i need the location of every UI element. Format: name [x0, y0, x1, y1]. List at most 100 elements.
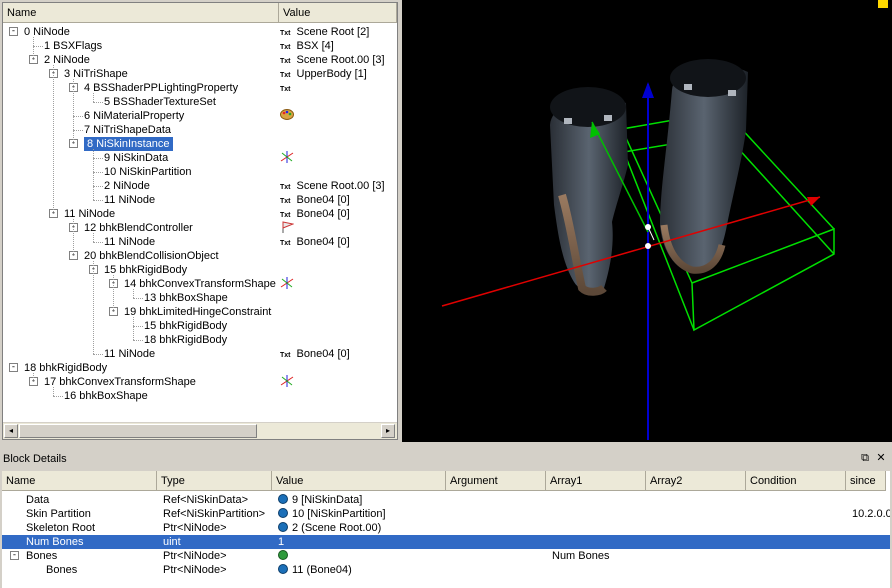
detail-row[interactable]: Skeleton Root Ptr<NiNode> 2 (Scene Root.00…: [2, 521, 890, 535]
tree-row[interactable]: 15 bhkRigidBody: [3, 319, 397, 333]
tree-row[interactable]: -11 NiNode Txt Bone04 [0]: [3, 207, 397, 221]
block-tree[interactable]: Name Value -0 NiNode Txt Scene Root [2] 1 B…: [2, 2, 398, 440]
tree-row[interactable]: -8 NiSkinInstance: [3, 137, 397, 151]
column-header[interactable]: Array2: [646, 471, 746, 491]
column-header[interactable]: Type: [157, 471, 272, 491]
tree-node-label[interactable]: 15 bhkRigidBody: [104, 263, 187, 277]
left-boot-model: [550, 87, 628, 296]
reference-link-icon[interactable]: [278, 550, 288, 560]
tree-node-label[interactable]: 20 bhkBlendCollisionObject: [84, 249, 219, 263]
tree-node-label[interactable]: 0 NiNode: [24, 25, 70, 39]
detail-value[interactable]: 1: [278, 535, 284, 549]
tree-row[interactable]: 7 NiTriShapeData: [3, 123, 397, 137]
tree-row[interactable]: -20 bhkBlendCollisionObject: [3, 249, 397, 263]
tree-node-label[interactable]: 2 NiNode: [44, 53, 90, 67]
detail-row[interactable]: Num Bones uint 1: [2, 535, 890, 549]
tree-node-label[interactable]: 2 NiNode: [104, 179, 150, 193]
tree-row[interactable]: -17 bhkConvexTransformShape: [3, 375, 397, 389]
tree-row[interactable]: -15 bhkRigidBody: [3, 263, 397, 277]
tree-row[interactable]: -0 NiNode Txt Scene Root [2]: [3, 25, 397, 39]
tree-node-label[interactable]: 11 NiNode: [104, 193, 155, 207]
tree-row[interactable]: -14 bhkConvexTransformShape: [3, 277, 397, 291]
tree-node-label[interactable]: 18 bhkRigidBody: [24, 361, 107, 375]
reference-link-icon[interactable]: [278, 508, 288, 518]
tree-node-label[interactable]: 12 bhkBlendController: [84, 221, 193, 235]
detail-type: Ptr<NiNode>: [163, 522, 227, 534]
reference-link-icon[interactable]: [278, 564, 288, 574]
tree-header-value[interactable]: Value: [279, 3, 397, 23]
tree-row[interactable]: 11 NiNode Txt Bone04 [0]: [3, 347, 397, 361]
detail-value[interactable]: 2 (Scene Root.00): [278, 521, 381, 535]
detail-value[interactable]: [278, 549, 292, 563]
tree-row[interactable]: -3 NiTriShape Txt UpperBody [1]: [3, 67, 397, 81]
column-header[interactable]: since: [846, 471, 886, 491]
text-value-badge: Txt: [280, 44, 291, 51]
tree-row[interactable]: 1 BSXFlags Txt BSX [4]: [3, 39, 397, 53]
tree-node-label[interactable]: 4 BSShaderPPLightingProperty: [84, 81, 238, 95]
detail-row[interactable]: Data Ref<NiSkinData> 9 [NiSkinData]: [2, 493, 890, 507]
tree-node-label[interactable]: 14 bhkConvexTransformShape: [124, 277, 276, 291]
tree-row[interactable]: -2 NiNode Txt Scene Root.00 [3]: [3, 53, 397, 67]
tree-node-label[interactable]: 15 bhkRigidBody: [144, 319, 227, 333]
render-viewport[interactable]: [402, 0, 892, 442]
detail-value[interactable]: 9 [NiSkinData]: [278, 493, 362, 507]
tree-row[interactable]: 5 BSShaderTextureSet: [3, 95, 397, 109]
tree-node-label[interactable]: 11 NiNode: [104, 347, 155, 361]
restore-icon[interactable]: ⧉: [858, 451, 872, 465]
tree-row[interactable]: 9 NiSkinData: [3, 151, 397, 165]
tree-row[interactable]: 10 NiSkinPartition: [3, 165, 397, 179]
tree-row[interactable]: -18 bhkRigidBody: [3, 361, 397, 375]
tree-value-text: Scene Root.00 [3]: [296, 180, 385, 192]
tree-row[interactable]: 13 bhkBoxShape: [3, 291, 397, 305]
tree-row[interactable]: 6 NiMaterialProperty: [3, 109, 397, 123]
collapse-toggle-icon[interactable]: -: [10, 551, 19, 560]
column-header[interactable]: Array1: [546, 471, 646, 491]
tree-node-label[interactable]: 5 BSShaderTextureSet: [104, 95, 216, 109]
tree-value-text: Bone04 [0]: [296, 194, 350, 206]
tree-row[interactable]: 11 NiNode Txt Bone04 [0]: [3, 193, 397, 207]
detail-value[interactable]: 11 (Bone04): [278, 563, 352, 577]
reference-link-icon[interactable]: [278, 494, 288, 504]
tree-node-label[interactable]: 6 NiMaterialProperty: [84, 109, 184, 123]
tree-node-label[interactable]: 9 NiSkinData: [104, 151, 168, 165]
tree-node-label[interactable]: 1 BSXFlags: [44, 39, 102, 53]
tree-row[interactable]: 2 NiNode Txt Scene Root.00 [3]: [3, 179, 397, 193]
reference-link-icon[interactable]: [278, 522, 288, 532]
column-header[interactable]: Argument: [446, 471, 546, 491]
tree-node-label[interactable]: 11 NiNode: [104, 235, 155, 249]
tree-row[interactable]: -19 bhkLimitedHingeConstraint: [3, 305, 397, 319]
tree-node-label[interactable]: 8 NiSkinInstance: [84, 137, 173, 151]
tree-horizontal-scrollbar[interactable]: ◂ ▸: [3, 422, 397, 439]
column-header[interactable]: Condition: [746, 471, 846, 491]
detail-row[interactable]: Skin Partition Ref<NiSkinPartition> 10 [Ni…: [2, 507, 890, 521]
detail-row[interactable]: Bones Ptr<NiNode> 11 (Bone04): [2, 563, 890, 577]
tree-node-label[interactable]: 18 bhkRigidBody: [144, 333, 227, 347]
tree-row[interactable]: 11 NiNode Txt Bone04 [0]: [3, 235, 397, 249]
tree-header-name[interactable]: Name: [3, 3, 279, 23]
column-header[interactable]: Name: [2, 471, 157, 491]
tree-node-label[interactable]: 13 bhkBoxShape: [144, 291, 228, 305]
collapse-toggle-icon[interactable]: -: [9, 363, 18, 372]
tree-node-label[interactable]: 7 NiTriShapeData: [84, 123, 171, 137]
close-icon[interactable]: ✕: [874, 451, 888, 465]
column-header[interactable]: Value: [272, 471, 446, 491]
tree-row[interactable]: -12 bhkBlendController: [3, 221, 397, 235]
scroll-thumb[interactable]: [19, 424, 257, 438]
scroll-right-arrow-icon[interactable]: ▸: [381, 424, 395, 438]
tree-node-label[interactable]: 11 NiNode: [64, 207, 115, 221]
detail-value[interactable]: 10 [NiSkinPartition]: [278, 507, 386, 521]
tree-row[interactable]: 16 bhkBoxShape: [3, 389, 397, 403]
block-details-table[interactable]: Name Type Value Argument Array1 Array2 Conditi…: [2, 471, 890, 588]
scroll-left-arrow-icon[interactable]: ◂: [4, 424, 18, 438]
collapse-toggle-icon[interactable]: -: [9, 27, 18, 36]
tree-node-label[interactable]: 17 bhkConvexTransformShape: [44, 375, 196, 389]
detail-type: uint: [163, 536, 181, 548]
tree-node-label[interactable]: 16 bhkBoxShape: [64, 389, 148, 403]
view-mode-indicator[interactable]: [878, 0, 888, 8]
tree-value-text: UpperBody [1]: [296, 68, 367, 80]
tree-node-label[interactable]: 10 NiSkinPartition: [104, 165, 191, 179]
tree-row[interactable]: -4 BSShaderPPLightingProperty Txt: [3, 81, 397, 95]
detail-row[interactable]: - Bones Ptr<NiNode> Num Bones: [2, 549, 890, 563]
tree-node-label[interactable]: 19 bhkLimitedHingeConstraint: [124, 305, 271, 319]
tree-row[interactable]: 18 bhkRigidBody: [3, 333, 397, 347]
